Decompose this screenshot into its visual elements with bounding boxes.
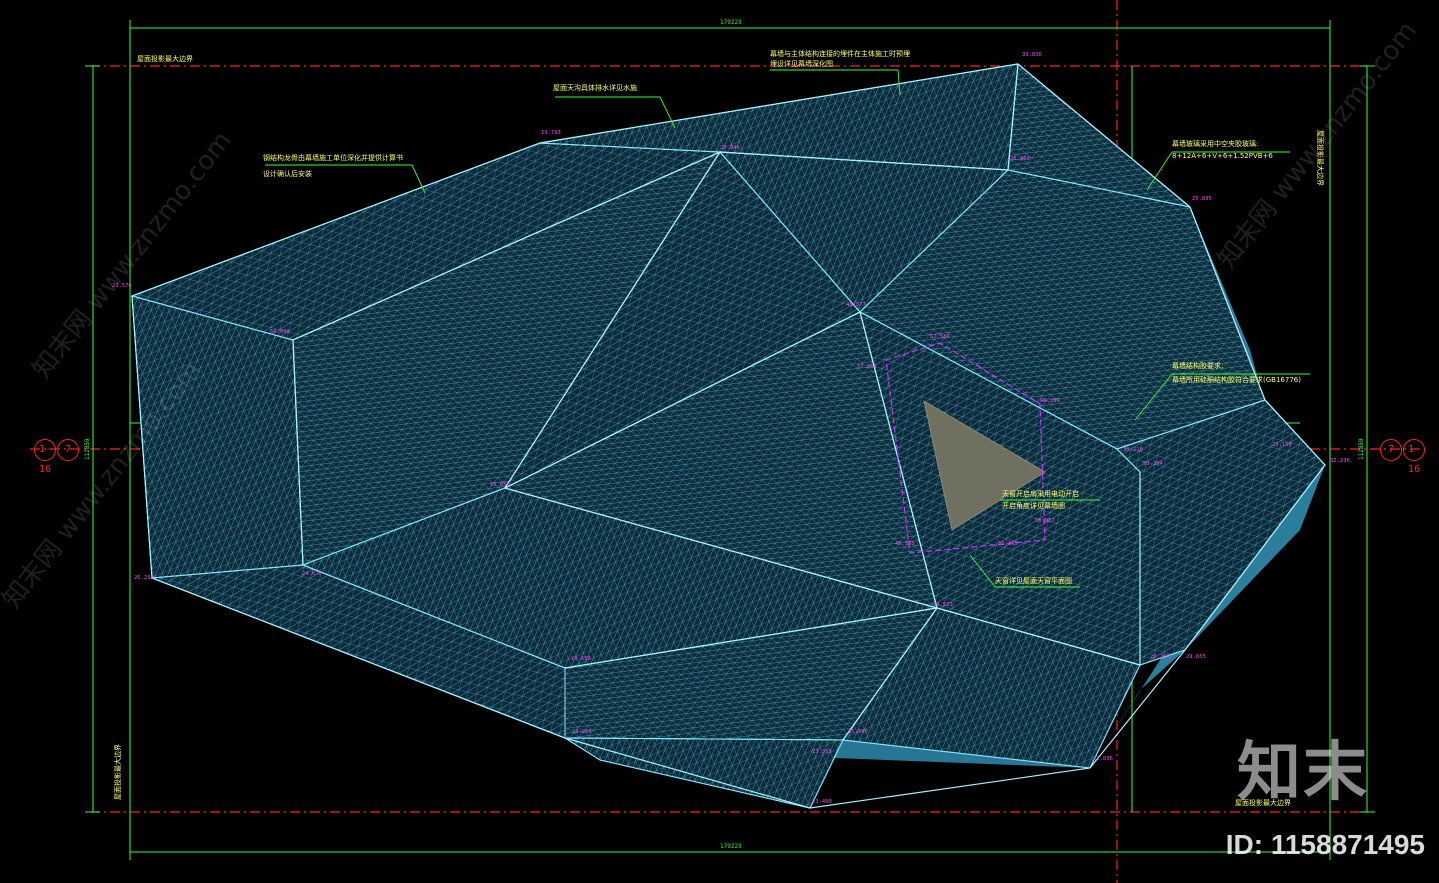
note-top-left: 屋面投影最大边界 <box>137 54 193 63</box>
elev-label: 18.266 <box>572 729 592 735</box>
elev-label: 20.200 <box>1150 654 1170 660</box>
elev-label: 15.650 <box>490 482 510 488</box>
note-right-mid-2: 幕墙所用硅酮结构胶符合要求(GB16776) <box>1172 375 1301 384</box>
elev-label: 23.490 <box>812 799 832 805</box>
dim-right: 112859 <box>1358 438 1365 460</box>
elev-label: 26.363 <box>1010 156 1030 162</box>
elev-label: 19.658 <box>571 656 591 662</box>
elev-label: 56.090 <box>270 329 290 335</box>
elev-label: 22.836 <box>1093 756 1113 762</box>
dim-left: 112859 <box>84 438 91 460</box>
elev-label: 57.864 <box>857 364 878 370</box>
grid-tag-left-a: 1-16 <box>34 439 56 475</box>
elev-label: 19.793 <box>541 130 561 136</box>
elev-label: 23.365 <box>812 749 832 755</box>
elev-label: 55.355 <box>998 541 1018 547</box>
elev-label: 25.895 <box>1192 196 1212 202</box>
elev-label: 30.210 <box>1123 447 1143 453</box>
elev-label: 45.555 <box>895 541 915 547</box>
note-center-3: 天窗详见屋面天窗平面图 <box>995 576 1072 585</box>
roof-plan-drawing: 179223 179223 149416 23421 112859 112859… <box>0 0 1423 883</box>
note-top-center: 屋面天沟具体排水详见水施 <box>553 83 637 92</box>
note-top-right: 幕墙与主体结构连接的埋件在主体施工时预埋 <box>770 49 910 58</box>
note-center-2: 开启角度详见幕墙图 <box>1002 501 1065 510</box>
note-upper-left-1: 钢结构龙骨由幕墙施工单位深化并提供计算书 <box>263 153 403 162</box>
watermark-brand: 知末 <box>1237 736 1369 810</box>
elev-label: 48.377 <box>846 302 866 308</box>
elev-label: 23.150 <box>1272 442 1292 448</box>
dim-bottom: 179223 <box>720 843 742 850</box>
elev-label: 57.584 <box>930 334 951 340</box>
elev-label: 56.957 <box>1035 518 1055 524</box>
elev-label: 31.990 <box>848 729 868 735</box>
elev-label: 29.655 <box>1186 654 1206 660</box>
note-left-vertical: 屋面投影最大边界 <box>113 744 122 800</box>
elev-label: 24.523 <box>933 602 953 608</box>
dim-top: 179223 <box>720 19 742 26</box>
note-right-mid-1: 幕墙结构胶要求: <box>1172 361 1223 370</box>
elev-label: 33.836 <box>1022 52 1042 58</box>
note-right-glass-2: 8+12A+6+V+6+1.52PVB+6 <box>1172 152 1273 160</box>
elev-label: 53.394 <box>1143 461 1164 467</box>
elev-label: 26.298 <box>134 575 154 581</box>
elev-label: 32.236 <box>1330 458 1350 464</box>
watermark-id: ID: 1158871495 <box>1225 829 1425 860</box>
grid-tag-right-a: 7 <box>1380 439 1402 461</box>
note-center-1: 天窗开启扇采用电动开启 <box>1002 489 1079 498</box>
grid-tag-right-b: 1-16 <box>1403 439 1425 475</box>
note-top-right-2: 埋设详见幕墙深化图 <box>770 59 833 68</box>
elev-label: 56.260 <box>1040 398 1060 404</box>
note-upper-left-2: 设计确认后安装 <box>263 169 312 178</box>
elev-label: 24.670 <box>302 571 322 577</box>
elev-label: 27.846 <box>720 145 740 151</box>
note-right-glass-1: 幕墙玻璃采用中空夹胶玻璃: <box>1172 139 1258 148</box>
grid-tag-left-b: 7 <box>57 439 79 461</box>
